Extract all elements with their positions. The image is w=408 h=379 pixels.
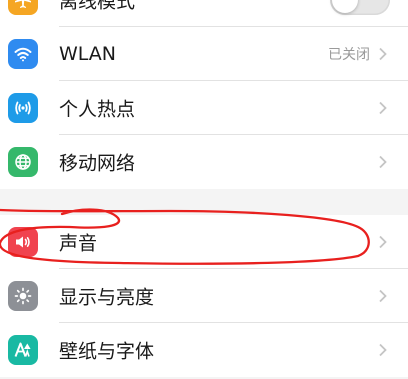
speaker-icon: [8, 227, 38, 257]
settings-row-display-brightness[interactable]: 显示与亮度: [0, 269, 408, 323]
settings-row-sound[interactable]: 声音: [0, 215, 408, 269]
chevron-right-icon: [379, 101, 387, 115]
chevron-right-icon: [379, 235, 387, 249]
settings-group-connectivity: 离线模式 WLAN 已关闭 个人热点 移动网络: [0, 0, 408, 189]
settings-group-personalization: 声音 显示与亮度 壁纸与字体: [0, 215, 408, 377]
chevron-right-icon: [379, 155, 387, 169]
offline-mode-toggle[interactable]: [330, 0, 390, 15]
toggle-knob: [332, 0, 358, 13]
wlan-status: 已关闭: [328, 47, 370, 63]
settings-row-label: 壁纸与字体: [59, 340, 155, 363]
settings-row-label: WLAN: [59, 43, 117, 65]
settings-row-label: 显示与亮度: [59, 286, 155, 309]
wifi-icon: [8, 39, 38, 69]
settings-row-offline-mode[interactable]: 离线模式: [0, 0, 408, 27]
settings-row-label: 个人热点: [59, 98, 136, 121]
chevron-right-icon: [379, 289, 387, 303]
settings-row-label: 声音: [59, 232, 98, 255]
settings-row-personal-hotspot[interactable]: 个人热点: [0, 81, 408, 135]
airplane-icon: [8, 0, 38, 15]
settings-row-wallpaper-font[interactable]: 壁纸与字体: [0, 323, 408, 377]
hotspot-icon: [8, 93, 38, 123]
chevron-right-icon: [379, 47, 387, 61]
settings-row-label: 移动网络: [59, 152, 136, 175]
settings-row-label: 离线模式: [59, 0, 136, 13]
chevron-right-icon: [379, 343, 387, 357]
settings-row-wlan[interactable]: WLAN 已关闭: [0, 27, 408, 81]
wallpaper-font-icon: [8, 335, 38, 365]
globe-icon: [8, 147, 38, 177]
settings-row-mobile-network[interactable]: 移动网络: [0, 135, 408, 189]
brightness-icon: [8, 281, 38, 311]
